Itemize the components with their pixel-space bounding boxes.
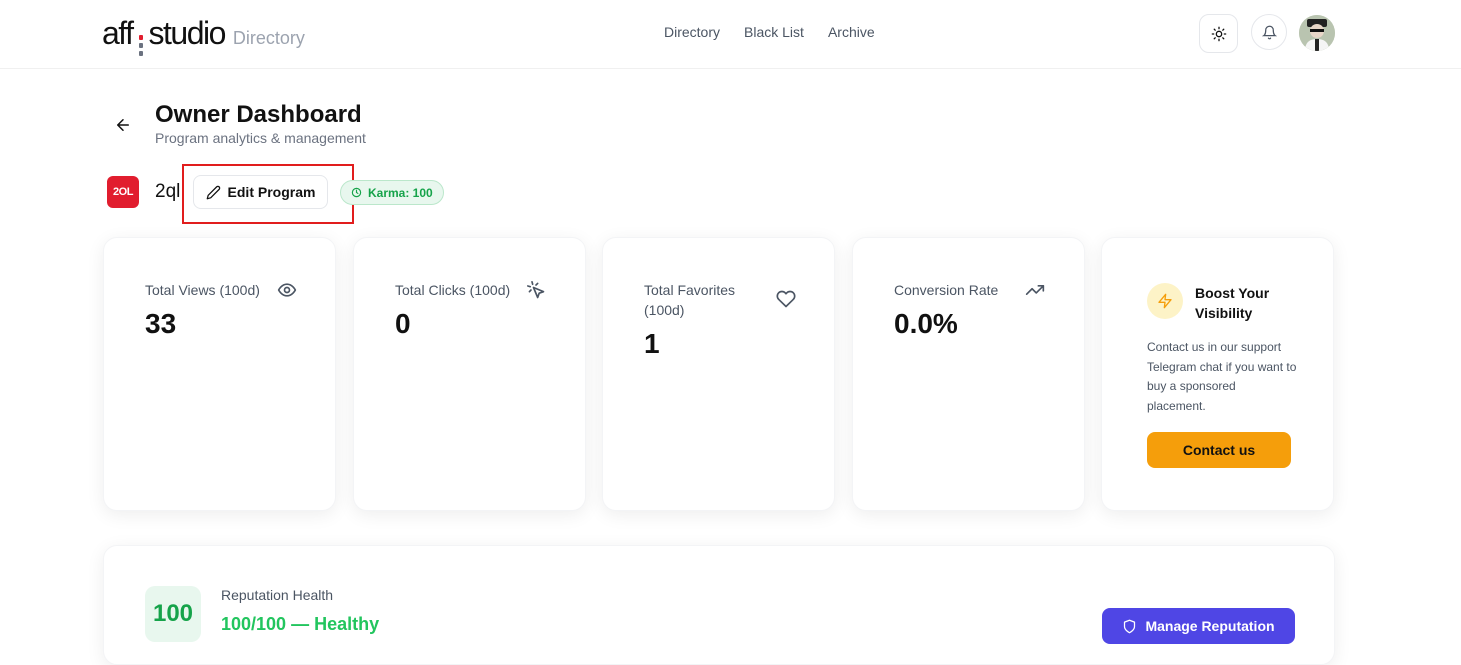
- program-name: 2ql: [155, 181, 181, 202]
- avatar-image: [1299, 15, 1335, 51]
- pencil-icon: [206, 185, 220, 199]
- user-avatar[interactable]: [1299, 15, 1335, 51]
- notifications-button[interactable]: [1251, 14, 1287, 50]
- stat-card-favorites: Total Favorites (100d) 1: [602, 237, 835, 511]
- top-navbar: aff studio Directory Directory Black Lis…: [0, 0, 1461, 69]
- stat-label: Total Clicks (100d): [395, 282, 511, 298]
- stat-value: 1: [644, 328, 660, 359]
- cursor-click-icon: [527, 281, 545, 299]
- stat-card-views: Total Views (100d) 33: [103, 237, 336, 511]
- manage-reputation-button[interactable]: Manage Reputation: [1102, 608, 1295, 644]
- main-nav: Directory Black List Archive: [664, 24, 875, 40]
- stat-value: 0: [395, 308, 411, 339]
- shield-icon: [1124, 619, 1136, 633]
- karma-label: Karma: 100: [368, 185, 433, 200]
- bell-icon: [1261, 25, 1277, 39]
- logo-subtitle: Directory: [232, 28, 305, 48]
- stat-label: Conversion Rate: [894, 282, 999, 298]
- logo-text-studio: studio: [148, 15, 227, 51]
- page-title: Owner Dashboard: [155, 101, 362, 128]
- lightning-icon: [1158, 293, 1172, 309]
- page-subtitle: Program analytics & management: [155, 130, 366, 146]
- reputation-score: 100: [145, 586, 201, 642]
- app-logo[interactable]: aff studio Directory: [102, 15, 305, 60]
- boost-title: Boost Your Visibility: [1195, 285, 1270, 321]
- nav-directory[interactable]: Directory: [664, 24, 720, 40]
- stat-value: 33: [145, 308, 177, 339]
- reputation-label: Reputation Health: [221, 587, 334, 603]
- boost-icon-circle: [1147, 283, 1183, 319]
- stat-card-conversion: Conversion Rate 0.0%: [852, 237, 1085, 511]
- heart-icon: [776, 290, 796, 308]
- stat-label: Total Views (100d): [145, 282, 260, 298]
- nav-archive[interactable]: Archive: [828, 24, 875, 40]
- back-arrow-icon[interactable]: [114, 116, 132, 134]
- program-logo: 2OL: [107, 176, 139, 208]
- stat-value: 0.0%: [894, 308, 958, 339]
- contact-us-button[interactable]: Contact us: [1147, 432, 1291, 468]
- edit-program-label: Edit Program: [227, 184, 316, 200]
- karma-clock-icon: [351, 187, 362, 198]
- sun-icon: [1211, 26, 1226, 41]
- reputation-card: 100 Reputation Health 100/100 — Healthy …: [103, 545, 1335, 665]
- karma-badge: Karma: 100: [340, 180, 444, 205]
- stat-card-clicks: Total Clicks (100d) 0: [353, 237, 586, 511]
- boost-text: Contact us in our support Telegram chat …: [1147, 340, 1297, 413]
- edit-program-button[interactable]: Edit Program: [193, 175, 328, 209]
- theme-toggle-button[interactable]: [1199, 14, 1238, 53]
- logo-text-aff: aff: [102, 15, 134, 51]
- boost-card: Boost Your Visibility Contact us in our …: [1101, 237, 1334, 511]
- stat-label: Total Favorites (100d): [644, 282, 736, 318]
- logo-dots: [138, 35, 143, 56]
- trending-up-icon: [1025, 285, 1045, 295]
- nav-black-list[interactable]: Black List: [744, 24, 804, 40]
- eye-icon: [277, 283, 297, 297]
